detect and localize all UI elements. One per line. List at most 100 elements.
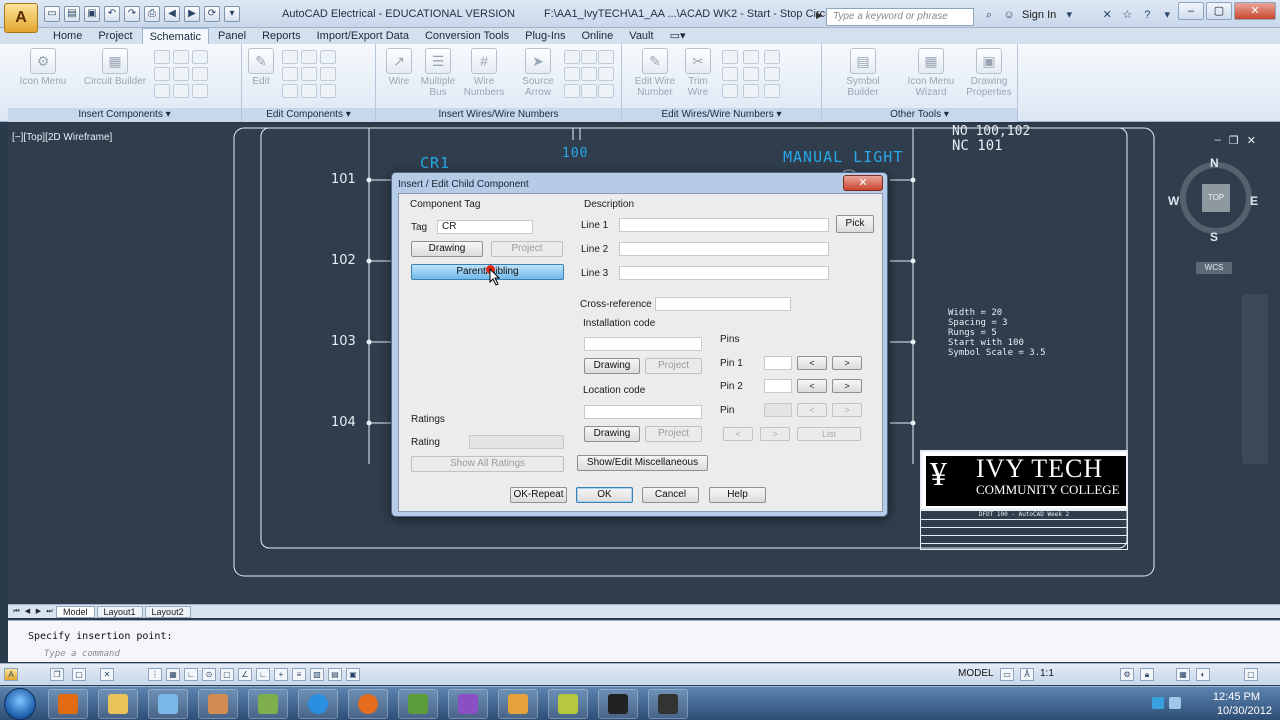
taskbar-media-player[interactable] (48, 689, 88, 719)
taskbar-app[interactable] (148, 689, 188, 719)
compass-south[interactable]: S (1210, 230, 1218, 244)
tool-icon[interactable] (764, 50, 780, 64)
tool-icon[interactable] (764, 67, 780, 81)
tab-panel[interactable]: Panel (211, 28, 253, 44)
redo-icon[interactable]: ↷ (124, 6, 140, 22)
quick-properties-icon[interactable]: ▤ (328, 668, 342, 681)
restore-icon[interactable]: ❐ (50, 668, 64, 681)
tool-icon[interactable] (192, 50, 208, 64)
taskbar-autocad-electrical[interactable] (598, 689, 638, 719)
tool-icon[interactable] (301, 50, 317, 64)
dialog-close-button[interactable]: ✕ (843, 175, 883, 191)
tab-online[interactable]: Online (575, 28, 621, 44)
tool-icon[interactable] (722, 50, 738, 64)
pin2-prev-button[interactable]: < (797, 379, 827, 393)
next-tab-icon[interactable]: ▶ (34, 607, 43, 617)
installation-drawing-button[interactable]: Drawing (584, 358, 640, 374)
transparency-icon[interactable]: ▧ (310, 668, 324, 681)
minimize-button[interactable]: – (1178, 2, 1204, 20)
tag-project-button[interactable]: Project (491, 241, 563, 257)
annotation-scale-icon[interactable]: Å (1020, 668, 1034, 681)
tab-import-export[interactable]: Import/Export Data (310, 28, 416, 44)
tool-icon[interactable] (320, 84, 336, 98)
description-line2-input[interactable] (619, 242, 829, 256)
tag-drawing-button[interactable]: Drawing (411, 241, 483, 257)
prev-tab-icon[interactable]: ◀ (23, 607, 32, 617)
tool-icon[interactable] (743, 84, 759, 98)
taskbar-app[interactable] (548, 689, 588, 719)
print-icon[interactable]: ⎙ (144, 6, 160, 22)
pin-next-button[interactable]: > (832, 403, 862, 417)
symbol-builder-button[interactable]: ▤ Symbol Builder (830, 48, 896, 98)
annotation-scale[interactable]: 1:1 (1040, 668, 1054, 679)
tool-icon[interactable] (301, 84, 317, 98)
rating-input[interactable] (469, 435, 564, 449)
start-button[interactable] (4, 688, 36, 720)
tool-icon[interactable] (301, 67, 317, 81)
dyn-icon[interactable]: + (274, 668, 288, 681)
edit-wire-number-button[interactable]: ✎ Edit Wire Number (630, 48, 680, 98)
pin2-input[interactable] (764, 379, 792, 393)
lineweight-icon[interactable]: ≡ (292, 668, 306, 681)
pick-button[interactable]: Pick (836, 215, 874, 233)
tab-model[interactable]: Model (56, 605, 95, 618)
help-icon[interactable]: ? (1140, 8, 1154, 22)
edit-button[interactable]: ✎ Edit (246, 48, 276, 87)
application-menu-button[interactable]: A (4, 3, 38, 33)
source-arrow-button[interactable]: ➤ Source Arrow (516, 48, 560, 98)
viewport-restore-icon[interactable]: ❐ (1229, 134, 1239, 147)
lock-icon[interactable]: 🔒︎ (1140, 668, 1154, 681)
tool-icon[interactable] (154, 84, 170, 98)
command-input[interactable]: Type a command (28, 649, 1268, 662)
taskbar-paint[interactable] (198, 689, 238, 719)
cross-reference-input[interactable] (655, 297, 791, 311)
ribbon-minimize-icon[interactable]: ▭▾ (663, 28, 693, 44)
help-button[interactable]: Help (709, 487, 766, 503)
back-icon[interactable]: ◀ (164, 6, 180, 22)
tool-icon[interactable] (282, 84, 298, 98)
multiple-bus-button[interactable]: ☰ Multiple Bus (416, 48, 460, 98)
viewport-controls-label[interactable]: [−][Top][2D Wireframe] (12, 132, 112, 143)
first-tab-icon[interactable]: ⏮ (12, 607, 21, 617)
panel-label[interactable]: Other Tools ▾ (822, 108, 1017, 122)
tool-icon[interactable] (722, 84, 738, 98)
tool-icon[interactable] (564, 50, 580, 64)
location-code-input[interactable] (584, 405, 702, 419)
show-edit-miscellaneous-button[interactable]: Show/Edit Miscellaneous (577, 455, 708, 471)
tool-icon[interactable] (173, 84, 189, 98)
star-icon[interactable]: ☆ (1120, 8, 1134, 22)
tool-icon[interactable] (581, 67, 597, 81)
user-icon[interactable]: ☺ (1002, 8, 1016, 22)
taskbar-app[interactable] (248, 689, 288, 719)
wcs-menu[interactable]: WCS (1196, 262, 1232, 274)
navigation-bar[interactable] (1242, 294, 1268, 464)
pin-list-button[interactable]: List (797, 427, 861, 441)
tool-icon[interactable] (722, 67, 738, 81)
compass-west[interactable]: W (1168, 194, 1179, 208)
hardware-acceleration-icon[interactable]: ▦ (1176, 668, 1190, 681)
new-file-icon[interactable]: ▭ (44, 6, 60, 22)
trim-wire-button[interactable]: ✂ Trim Wire (682, 48, 714, 98)
tab-layout1[interactable]: Layout1 (96, 605, 143, 618)
tool-icon[interactable] (598, 50, 614, 64)
drawing-properties-button[interactable]: ▣ Drawing Properties (962, 48, 1016, 98)
wire-numbers-button[interactable]: # Wire Numbers (462, 48, 506, 98)
otrack-icon[interactable]: ∠ (238, 668, 252, 681)
list-next-button[interactable]: > (760, 427, 790, 441)
close-button[interactable]: ✕ (1234, 2, 1276, 20)
tool-icon[interactable] (581, 50, 597, 64)
search-input[interactable]: Type a keyword or phrase (826, 8, 974, 26)
last-tab-icon[interactable]: ⏭ (45, 607, 54, 617)
viewcube-top-face[interactable]: TOP (1202, 184, 1230, 212)
taskbar-internet-explorer[interactable] (298, 689, 338, 719)
polar-icon[interactable]: ⊙ (202, 668, 216, 681)
tab-home[interactable]: Home (46, 28, 89, 44)
tab-project[interactable]: Project (91, 28, 139, 44)
viewport-close-icon[interactable]: ✕ (1247, 134, 1256, 147)
clean-screen-icon[interactable]: ▢ (1244, 668, 1258, 681)
open-file-icon[interactable]: ▤ (64, 6, 80, 22)
pin-input[interactable] (764, 403, 792, 417)
panel-label[interactable]: Insert Wires/Wire Numbers (376, 108, 621, 122)
tab-plug-ins[interactable]: Plug-Ins (518, 28, 572, 44)
viewcube[interactable]: TOP N S E W WCS (1168, 154, 1258, 274)
